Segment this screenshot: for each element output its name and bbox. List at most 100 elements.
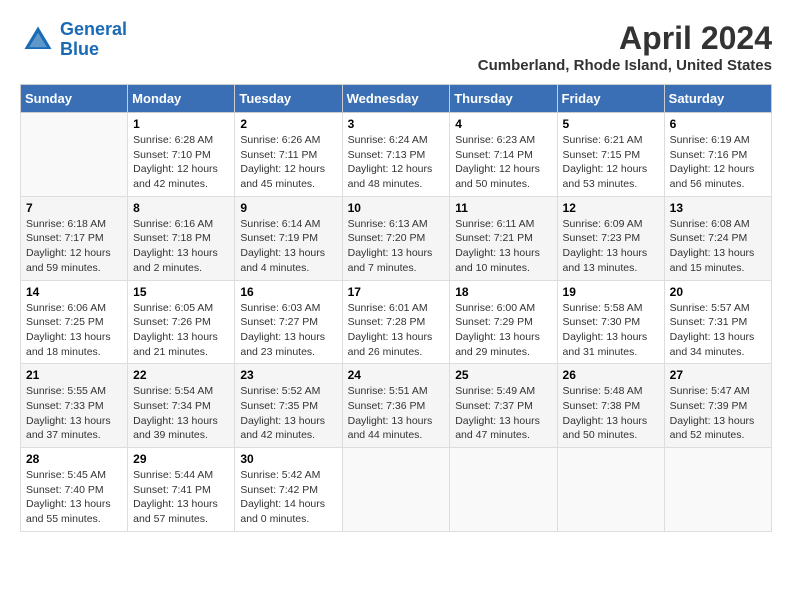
day-info: Sunrise: 6:11 AMSunset: 7:21 PMDaylight:… xyxy=(455,217,551,276)
calendar-cell: 20 Sunrise: 5:57 AMSunset: 7:31 PMDayligh… xyxy=(664,280,771,364)
day-info: Sunrise: 6:01 AMSunset: 7:28 PMDaylight:… xyxy=(348,301,445,360)
day-number: 14 xyxy=(26,285,122,299)
day-info: Sunrise: 5:44 AMSunset: 7:41 PMDaylight:… xyxy=(133,468,229,527)
day-number: 18 xyxy=(455,285,551,299)
calendar-cell: 16 Sunrise: 6:03 AMSunset: 7:27 PMDayligh… xyxy=(235,280,342,364)
day-info: Sunrise: 6:24 AMSunset: 7:13 PMDaylight:… xyxy=(348,133,445,192)
day-number: 28 xyxy=(26,452,122,466)
calendar-cell: 15Sunrise: 6:05 AMSunset: 7:26 PMDayligh… xyxy=(128,280,235,364)
page-header: General Blue April 2024 Cumberland, Rhod… xyxy=(20,20,772,74)
calendar-cell: 24 Sunrise: 5:51 AMSunset: 7:36 PMDayligh… xyxy=(342,364,450,448)
calendar-cell: 26 Sunrise: 5:48 AMSunset: 7:38 PMDayligh… xyxy=(557,364,664,448)
calendar-cell: 30 Sunrise: 5:42 AMSunset: 7:42 PMDayligh… xyxy=(235,448,342,532)
day-info: Sunrise: 6:18 AMSunset: 7:17 PMDaylight:… xyxy=(26,217,122,276)
calendar-cell: 28Sunrise: 5:45 AMSunset: 7:40 PMDayligh… xyxy=(21,448,128,532)
calendar-header-row: SundayMondayTuesdayWednesdayThursdayFrid… xyxy=(21,85,772,113)
calendar-cell: 3 Sunrise: 6:24 AMSunset: 7:13 PMDaylight… xyxy=(342,113,450,197)
day-info: Sunrise: 6:08 AMSunset: 7:24 PMDaylight:… xyxy=(670,217,766,276)
day-number: 23 xyxy=(240,368,336,382)
day-info: Sunrise: 6:13 AMSunset: 7:20 PMDaylight:… xyxy=(348,217,445,276)
day-info: Sunrise: 5:42 AMSunset: 7:42 PMDaylight:… xyxy=(240,468,336,527)
main-title: April 2024 xyxy=(478,20,772,57)
calendar-cell: 29 Sunrise: 5:44 AMSunset: 7:41 PMDayligh… xyxy=(128,448,235,532)
calendar-week-4: 21 Sunrise: 5:55 AMSunset: 7:33 PMDayligh… xyxy=(21,364,772,448)
day-info: Sunrise: 6:09 AMSunset: 7:23 PMDaylight:… xyxy=(563,217,659,276)
day-number: 9 xyxy=(240,201,336,215)
calendar-table: SundayMondayTuesdayWednesdayThursdayFrid… xyxy=(20,84,772,532)
calendar-cell: 12Sunrise: 6:09 AMSunset: 7:23 PMDayligh… xyxy=(557,196,664,280)
calendar-cell: 25 Sunrise: 5:49 AMSunset: 7:37 PMDayligh… xyxy=(450,364,557,448)
calendar-cell xyxy=(21,113,128,197)
day-info: Sunrise: 6:16 AMSunset: 7:18 PMDaylight:… xyxy=(133,217,229,276)
calendar-week-1: 1 Sunrise: 6:28 AMSunset: 7:10 PMDaylight… xyxy=(21,113,772,197)
calendar-cell: 2Sunrise: 6:26 AMSunset: 7:11 PMDaylight… xyxy=(235,113,342,197)
day-number: 29 xyxy=(133,452,229,466)
day-number: 24 xyxy=(348,368,445,382)
calendar-cell: 9 Sunrise: 6:14 AMSunset: 7:19 PMDaylight… xyxy=(235,196,342,280)
day-info: Sunrise: 5:52 AMSunset: 7:35 PMDaylight:… xyxy=(240,384,336,443)
day-number: 26 xyxy=(563,368,659,382)
calendar-cell: 11 Sunrise: 6:11 AMSunset: 7:21 PMDayligh… xyxy=(450,196,557,280)
day-number: 10 xyxy=(348,201,445,215)
calendar-cell xyxy=(557,448,664,532)
day-info: Sunrise: 6:23 AMSunset: 7:14 PMDaylight:… xyxy=(455,133,551,192)
day-number: 11 xyxy=(455,201,551,215)
day-number: 20 xyxy=(670,285,766,299)
day-number: 4 xyxy=(455,117,551,131)
day-number: 13 xyxy=(670,201,766,215)
calendar-week-3: 14Sunrise: 6:06 AMSunset: 7:25 PMDayligh… xyxy=(21,280,772,364)
calendar-cell: 1 Sunrise: 6:28 AMSunset: 7:10 PMDaylight… xyxy=(128,113,235,197)
calendar-cell: 13 Sunrise: 6:08 AMSunset: 7:24 PMDayligh… xyxy=(664,196,771,280)
calendar-header-saturday: Saturday xyxy=(664,85,771,113)
day-number: 5 xyxy=(563,117,659,131)
logo: General Blue xyxy=(20,20,127,60)
day-number: 3 xyxy=(348,117,445,131)
day-info: Sunrise: 6:00 AMSunset: 7:29 PMDaylight:… xyxy=(455,301,551,360)
day-info: Sunrise: 5:49 AMSunset: 7:37 PMDaylight:… xyxy=(455,384,551,443)
day-info: Sunrise: 5:58 AMSunset: 7:30 PMDaylight:… xyxy=(563,301,659,360)
day-number: 1 xyxy=(133,117,229,131)
day-number: 16 xyxy=(240,285,336,299)
day-number: 17 xyxy=(348,285,445,299)
day-number: 21 xyxy=(26,368,122,382)
calendar-cell: 4 Sunrise: 6:23 AMSunset: 7:14 PMDaylight… xyxy=(450,113,557,197)
day-number: 15 xyxy=(133,285,229,299)
day-number: 25 xyxy=(455,368,551,382)
day-number: 22 xyxy=(133,368,229,382)
day-number: 27 xyxy=(670,368,766,382)
day-number: 8 xyxy=(133,201,229,215)
title-block: April 2024 Cumberland, Rhode Island, Uni… xyxy=(478,20,772,74)
day-info: Sunrise: 5:47 AMSunset: 7:39 PMDaylight:… xyxy=(670,384,766,443)
day-info: Sunrise: 5:55 AMSunset: 7:33 PMDaylight:… xyxy=(26,384,122,443)
calendar-cell: 17 Sunrise: 6:01 AMSunset: 7:28 PMDayligh… xyxy=(342,280,450,364)
calendar-cell xyxy=(450,448,557,532)
day-number: 30 xyxy=(240,452,336,466)
day-number: 19 xyxy=(563,285,659,299)
calendar-header-thursday: Thursday xyxy=(450,85,557,113)
calendar-cell: 21 Sunrise: 5:55 AMSunset: 7:33 PMDayligh… xyxy=(21,364,128,448)
day-info: Sunrise: 5:51 AMSunset: 7:36 PMDaylight:… xyxy=(348,384,445,443)
logo-text: General Blue xyxy=(60,20,127,60)
calendar-cell: 8 Sunrise: 6:16 AMSunset: 7:18 PMDaylight… xyxy=(128,196,235,280)
day-info: Sunrise: 6:03 AMSunset: 7:27 PMDaylight:… xyxy=(240,301,336,360)
subtitle: Cumberland, Rhode Island, United States xyxy=(478,57,772,74)
day-info: Sunrise: 5:57 AMSunset: 7:31 PMDaylight:… xyxy=(670,301,766,360)
calendar-week-2: 7Sunrise: 6:18 AMSunset: 7:17 PMDaylight… xyxy=(21,196,772,280)
day-number: 2 xyxy=(240,117,336,131)
day-info: Sunrise: 6:14 AMSunset: 7:19 PMDaylight:… xyxy=(240,217,336,276)
calendar-cell: 22 Sunrise: 5:54 AMSunset: 7:34 PMDayligh… xyxy=(128,364,235,448)
calendar-header-sunday: Sunday xyxy=(21,85,128,113)
calendar-cell: 14Sunrise: 6:06 AMSunset: 7:25 PMDayligh… xyxy=(21,280,128,364)
calendar-cell: 5Sunrise: 6:21 AMSunset: 7:15 PMDaylight… xyxy=(557,113,664,197)
day-info: Sunrise: 5:48 AMSunset: 7:38 PMDaylight:… xyxy=(563,384,659,443)
calendar-cell: 6Sunrise: 6:19 AMSunset: 7:16 PMDaylight… xyxy=(664,113,771,197)
calendar-cell xyxy=(664,448,771,532)
day-info: Sunrise: 5:54 AMSunset: 7:34 PMDaylight:… xyxy=(133,384,229,443)
calendar-week-5: 28Sunrise: 5:45 AMSunset: 7:40 PMDayligh… xyxy=(21,448,772,532)
calendar-cell: 27 Sunrise: 5:47 AMSunset: 7:39 PMDayligh… xyxy=(664,364,771,448)
calendar-cell: 18 Sunrise: 6:00 AMSunset: 7:29 PMDayligh… xyxy=(450,280,557,364)
day-info: Sunrise: 6:28 AMSunset: 7:10 PMDaylight:… xyxy=(133,133,229,192)
calendar-header-monday: Monday xyxy=(128,85,235,113)
calendar-header-tuesday: Tuesday xyxy=(235,85,342,113)
calendar-cell xyxy=(342,448,450,532)
